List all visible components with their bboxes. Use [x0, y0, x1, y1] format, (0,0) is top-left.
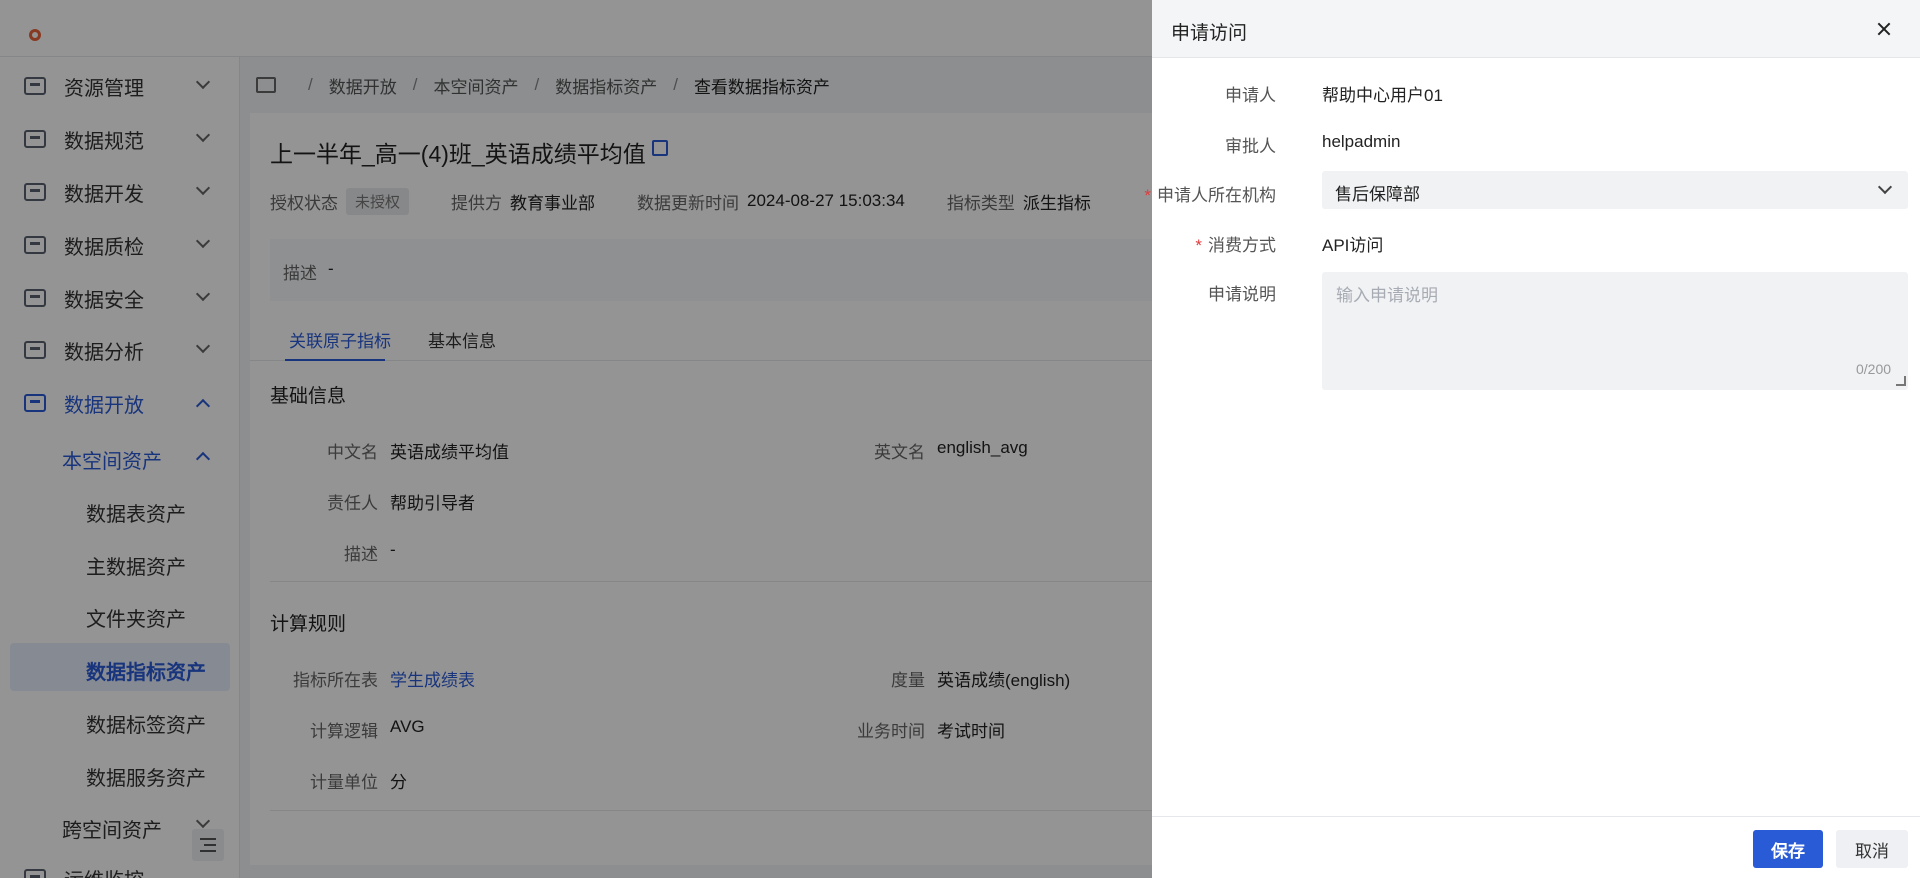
consume-row: * 消费方式 API访问 [1152, 223, 1920, 259]
approver-value: helpadmin [1322, 132, 1401, 151]
required-mark: * [1144, 186, 1151, 205]
drawer-footer: 保存 取消 [1152, 816, 1920, 878]
required-mark: * [1195, 236, 1202, 255]
apply-access-drawer: 申请访问 申请人 帮助中心用户01 审批人 helpadmin * 申请人所在机构… [1144, 0, 1920, 878]
consume-label: * 消费方式 [1195, 231, 1276, 256]
org-label: * 申请人所在机构 [1144, 181, 1276, 206]
org-select-value: 售后保障部 [1335, 185, 1420, 204]
char-counter: 0/200 [1856, 361, 1892, 377]
resize-handle-icon[interactable] [1896, 376, 1906, 386]
reason-label: 申请说明 [1208, 285, 1276, 304]
consume-label-text: 消费方式 [1208, 236, 1276, 255]
applicant-row: 申请人 帮助中心用户01 [1152, 73, 1920, 109]
approver-row: 审批人 helpadmin [1152, 124, 1920, 160]
org-row: * 申请人所在机构 售后保障部 [1144, 171, 1920, 209]
applicant-label: 申请人 [1225, 86, 1276, 105]
close-icon[interactable] [1874, 19, 1894, 39]
approver-label: 审批人 [1225, 137, 1276, 156]
drawer-header: 申请访问 [1152, 0, 1920, 58]
consume-value: API访问 [1322, 236, 1384, 255]
cancel-button[interactable]: 取消 [1836, 830, 1908, 868]
chevron-down-icon [1877, 179, 1893, 195]
modal-mask[interactable] [0, 0, 1152, 878]
save-button[interactable]: 保存 [1753, 830, 1823, 868]
reason-textarea[interactable] [1322, 272, 1908, 390]
org-select[interactable]: 售后保障部 [1322, 171, 1908, 209]
applicant-value: 帮助中心用户01 [1322, 86, 1443, 105]
drawer-title: 申请访问 [1171, 23, 1248, 44]
reason-row: 申请说明 0/200 [1152, 272, 1920, 390]
org-label-text: 申请人所在机构 [1157, 186, 1276, 205]
